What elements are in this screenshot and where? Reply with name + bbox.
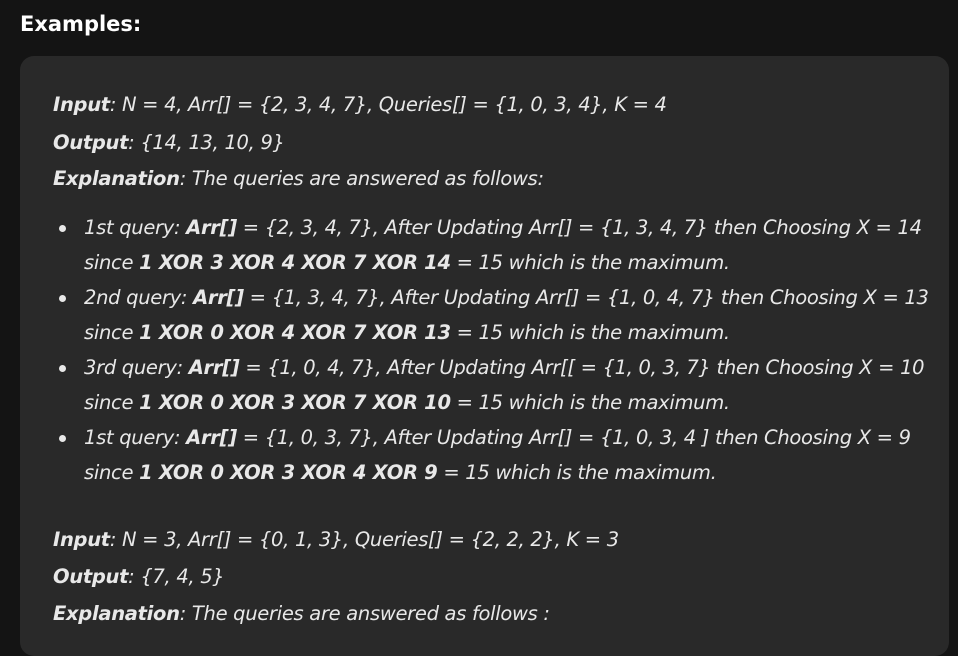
bullet-text: = 15 which is the maximum. xyxy=(450,391,730,414)
bullet-text: = 15 which is the maximum. xyxy=(450,251,730,274)
bullet-bold: 1 XOR 0 XOR 3 XOR 7 XOR 10 xyxy=(139,391,451,414)
bullet-bold: 1 XOR 3 XOR 4 XOR 7 XOR 14 xyxy=(139,251,451,274)
bullet-text: since xyxy=(84,461,140,484)
bullet-3-line-2: since 1 XOR 0 XOR 3 XOR 7 XOR 10 = 15 wh… xyxy=(84,390,730,416)
bullet-text: = {2, 3, 4, 7}, After Updating Arr[] = {… xyxy=(236,216,922,239)
bullet-dot xyxy=(59,295,66,302)
bullet-text: since xyxy=(84,251,140,274)
bullet-bold: 1 XOR 0 XOR 4 XOR 7 XOR 13 xyxy=(139,321,451,344)
output-text: : {7, 4, 5} xyxy=(128,565,225,588)
example1-explanation-line: Explanation: The queries are answered as… xyxy=(53,166,544,192)
output-label: Output xyxy=(53,131,129,154)
bullet-text: 3rd query: xyxy=(84,356,189,379)
example2-output-line: Output: {7, 4, 5} xyxy=(53,564,225,590)
example1-output-line: Output: {14, 13, 10, 9} xyxy=(53,130,285,156)
bullet-text: = {1, 0, 4, 7}, After Updating Arr[[ = {… xyxy=(239,356,925,379)
explanation-text: : The queries are answered as follows: xyxy=(179,167,544,190)
bullet-text: 1st query: xyxy=(84,216,187,239)
bullet-dot xyxy=(59,225,66,232)
bullet-bold: Arr[] xyxy=(188,356,240,379)
bullet-text: since xyxy=(84,391,140,414)
bullet-1-line-2: since 1 XOR 3 XOR 4 XOR 7 XOR 14 = 15 wh… xyxy=(84,250,730,276)
bullet-text: = {1, 3, 4, 7}, After Updating Arr[] = {… xyxy=(243,286,929,309)
explanation-text: : The queries are answered as follows : xyxy=(179,602,550,625)
input-text: : N = 3, Arr[] = {0, 1, 3}, Queries[] = … xyxy=(109,528,619,551)
bullet-4-line-1: 1st query: Arr[] = {1, 0, 3, 7}, After U… xyxy=(84,425,911,451)
bullet-4-line-2: since 1 XOR 0 XOR 3 XOR 4 XOR 9 = 15 whi… xyxy=(84,460,717,486)
output-label: Output xyxy=(53,565,129,588)
input-label: Input xyxy=(53,93,110,116)
bullet-dot xyxy=(59,435,66,442)
input-text: : N = 4, Arr[] = {2, 3, 4, 7}, Queries[]… xyxy=(109,93,667,116)
bullet-text: since xyxy=(84,321,140,344)
explanation-label: Explanation xyxy=(53,167,180,190)
bullet-1-line-1: 1st query: Arr[] = {2, 3, 4, 7}, After U… xyxy=(84,215,922,241)
bullet-bold: Arr[] xyxy=(186,426,237,449)
bullet-text: 1st query: xyxy=(84,426,187,449)
bullet-bold: Arr[] xyxy=(193,286,244,309)
bullet-bold: 1 XOR 0 XOR 3 XOR 4 XOR 9 xyxy=(139,461,438,484)
explanation-label: Explanation xyxy=(53,602,180,625)
bullet-2-line-1: 2nd query: Arr[] = {1, 3, 4, 7}, After U… xyxy=(84,285,929,311)
bullet-dot xyxy=(59,365,66,372)
examples-heading: Examples: xyxy=(20,12,142,36)
bullet-text: = 15 which is the maximum. xyxy=(450,321,730,344)
example2-input-line: Input: N = 3, Arr[] = {0, 1, 3}, Queries… xyxy=(53,527,619,553)
example2-explanation-line: Explanation: The queries are answered as… xyxy=(53,601,550,627)
bullet-2-line-2: since 1 XOR 0 XOR 4 XOR 7 XOR 13 = 15 wh… xyxy=(84,320,730,346)
bullet-3-line-1: 3rd query: Arr[] = {1, 0, 4, 7}, After U… xyxy=(84,355,925,381)
bullet-text: = {1, 0, 3, 7}, After Updating Arr[] = {… xyxy=(236,426,911,449)
bullet-bold: Arr[] xyxy=(186,216,237,239)
output-text: : {14, 13, 10, 9} xyxy=(128,131,285,154)
bullet-text: 2nd query: xyxy=(84,286,194,309)
input-label: Input xyxy=(53,528,110,551)
bullet-text: = 15 which is the maximum. xyxy=(437,461,717,484)
example1-input-line: Input: N = 4, Arr[] = {2, 3, 4, 7}, Quer… xyxy=(53,92,667,118)
